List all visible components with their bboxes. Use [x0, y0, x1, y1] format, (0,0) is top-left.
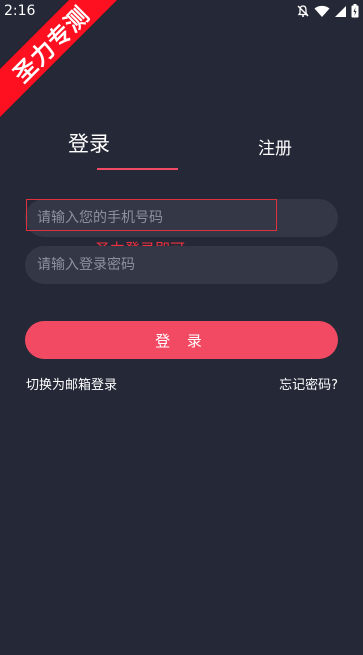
tab-login-label: 登录	[68, 132, 110, 156]
status-icons	[296, 4, 359, 18]
password-input[interactable]	[37, 246, 327, 284]
switch-to-email-login-link[interactable]: 切换为邮箱登录	[26, 374, 117, 393]
password-field	[25, 246, 338, 284]
phone-field	[25, 199, 338, 237]
signal-icon	[334, 5, 347, 18]
tab-register-label: 注册	[258, 139, 292, 159]
status-time: 2:16	[4, 3, 36, 19]
tab-login[interactable]: 登录	[48, 128, 178, 172]
login-button[interactable]: 登 录	[25, 321, 338, 359]
battery-charging-icon	[351, 4, 359, 18]
tab-active-indicator	[97, 168, 178, 170]
tab-register[interactable]: 注册	[250, 134, 300, 159]
forgot-password-link[interactable]: 忘记密码?	[279, 374, 338, 393]
notification-off-icon	[296, 4, 310, 18]
phone-input[interactable]	[37, 199, 327, 237]
auth-tabs: 登录 注册	[0, 128, 363, 174]
wifi-icon	[314, 5, 330, 18]
